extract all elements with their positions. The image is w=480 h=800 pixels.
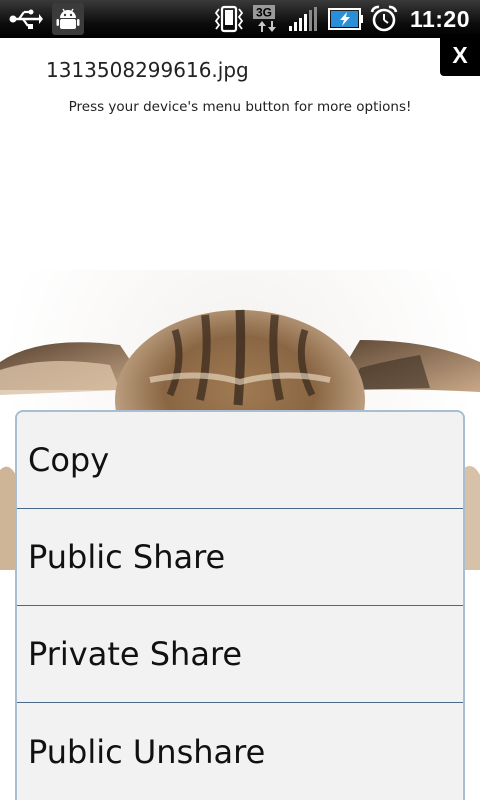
menu-item-public-share[interactable]: Public Share xyxy=(17,509,463,606)
close-button[interactable]: X xyxy=(440,34,480,76)
status-bar: 3G 11:20 xyxy=(0,0,480,38)
network-type-label: 3G xyxy=(256,6,272,20)
vibrate-icon xyxy=(212,4,246,34)
file-name-title: 1313508299616.jpg xyxy=(46,58,249,82)
usb-icon xyxy=(8,4,44,34)
status-clock: 11:20 xyxy=(409,5,470,32)
battery-charging-icon xyxy=(327,4,364,34)
menu-item-private-share[interactable]: Private Share xyxy=(17,606,463,703)
menu-hint-text: Press your device's menu button for more… xyxy=(68,99,412,115)
android-debug-icon xyxy=(52,3,84,35)
3g-data-icon: 3G xyxy=(252,4,282,34)
menu-item-public-unshare[interactable]: Public Unshare xyxy=(17,703,463,800)
signal-strength-icon xyxy=(288,4,322,34)
menu-item-copy[interactable]: Copy xyxy=(17,412,463,509)
alarm-icon xyxy=(370,4,398,34)
context-menu: Copy Public Share Private Share Public U… xyxy=(15,410,465,800)
